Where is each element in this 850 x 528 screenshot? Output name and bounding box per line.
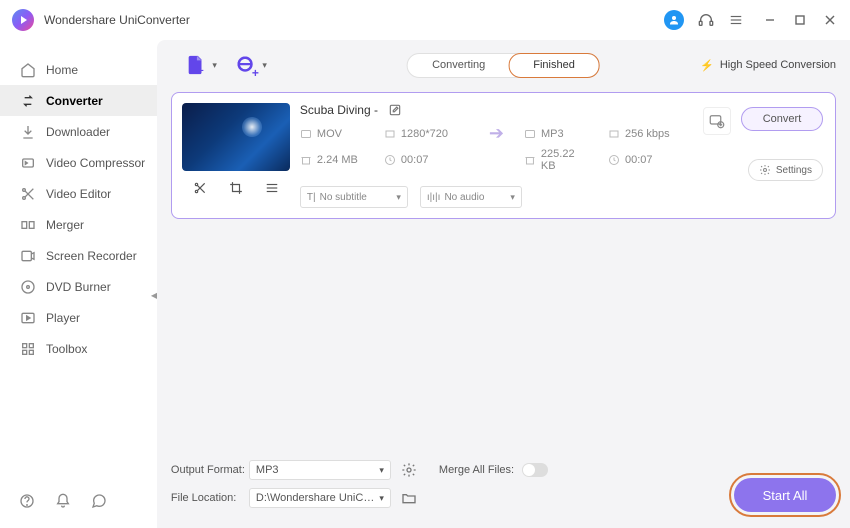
merge-toggle[interactable]: [522, 463, 548, 477]
menu-icon[interactable]: [728, 12, 744, 28]
tab-converting[interactable]: Converting: [408, 54, 509, 77]
target-bitrate: 256 kbps: [625, 128, 670, 140]
player-icon: [20, 310, 36, 326]
sidebar-item-label: Screen Recorder: [46, 249, 137, 263]
tab-finished[interactable]: Finished: [508, 53, 600, 78]
source-size: 2.24 MB: [317, 154, 358, 166]
output-format-settings-icon[interactable]: [401, 462, 417, 478]
target-format: MP3: [541, 128, 564, 140]
sidebar-item-label: Toolbox: [46, 342, 87, 356]
download-icon: [20, 124, 36, 140]
recorder-icon: [20, 248, 36, 264]
tab-segment: Converting Finished: [407, 53, 600, 78]
sidebar-item-player[interactable]: Player: [0, 302, 157, 333]
subtitle-select[interactable]: T|No subtitle▾: [300, 186, 408, 208]
sidebar-item-toolbox[interactable]: Toolbox: [0, 333, 157, 364]
sidebar-item-dvd[interactable]: DVD Burner: [0, 271, 157, 302]
main-panel: + ▾ + ▾ Converting Finished ⚡ High Speed…: [157, 40, 850, 528]
compressor-icon: [20, 155, 36, 171]
merge-label: Merge All Files:: [439, 464, 514, 476]
bolt-icon: ⚡: [700, 59, 714, 72]
sidebar-item-downloader[interactable]: Downloader: [0, 116, 157, 147]
sidebar-item-label: Downloader: [46, 125, 110, 139]
crop-button[interactable]: [229, 181, 243, 195]
sidebar-item-merger[interactable]: Merger: [0, 209, 157, 240]
chevron-down-icon: ▾: [262, 60, 267, 71]
sidebar-item-label: Merger: [46, 218, 84, 232]
home-icon: [20, 62, 36, 78]
source-format: MOV: [317, 128, 342, 140]
sidebar-item-label: Video Compressor: [46, 156, 145, 170]
headset-icon[interactable]: [698, 12, 714, 28]
open-folder-icon[interactable]: [401, 490, 417, 506]
bell-icon[interactable]: [54, 492, 72, 510]
file-title: Scuba Diving -: [300, 103, 378, 117]
scissors-icon: [20, 186, 36, 202]
maximize-button[interactable]: [792, 12, 808, 28]
sidebar: Home Converter Downloader Video Compress…: [0, 40, 157, 528]
chevron-down-icon: ▾: [212, 60, 217, 71]
trim-button[interactable]: [193, 181, 207, 195]
user-avatar[interactable]: [664, 10, 684, 30]
sidebar-item-label: Converter: [46, 94, 103, 108]
merger-icon: [20, 217, 36, 233]
help-icon[interactable]: [18, 492, 36, 510]
start-all-button[interactable]: Start All: [734, 478, 836, 512]
sidebar-item-label: Home: [46, 63, 78, 77]
edit-title-button[interactable]: [388, 103, 402, 117]
sidebar-item-compressor[interactable]: Video Compressor: [0, 147, 157, 178]
close-button[interactable]: [822, 12, 838, 28]
target-duration: 00:07: [625, 154, 653, 166]
converter-icon: [20, 93, 36, 109]
high-speed-toggle[interactable]: ⚡ High Speed Conversion: [700, 59, 836, 72]
minimize-button[interactable]: [762, 12, 778, 28]
sidebar-item-editor[interactable]: Video Editor: [0, 178, 157, 209]
sidebar-item-label: Player: [46, 311, 80, 325]
toolbox-icon: [20, 341, 36, 357]
more-button[interactable]: [265, 181, 279, 195]
sidebar-item-recorder[interactable]: Screen Recorder: [0, 240, 157, 271]
source-duration: 00:07: [401, 154, 429, 166]
dvd-icon: [20, 279, 36, 295]
convert-button[interactable]: Convert: [741, 107, 823, 131]
output-settings-button[interactable]: [703, 107, 731, 135]
sidebar-item-label: Video Editor: [46, 187, 111, 201]
output-format-select[interactable]: MP3▾: [249, 460, 391, 480]
output-format-label: Output Format:: [171, 464, 249, 476]
sidebar-item-label: DVD Burner: [46, 280, 111, 294]
high-speed-label: High Speed Conversion: [720, 59, 836, 71]
target-size: 225.22 KB: [541, 148, 592, 172]
toolbar: + ▾ + ▾ Converting Finished ⚡ High Speed…: [171, 52, 836, 78]
arrow-right-icon: ➔: [489, 123, 504, 144]
file-location-select[interactable]: D:\Wondershare UniConverter▾: [249, 488, 391, 508]
app-logo: [12, 9, 34, 31]
app-title: Wondershare UniConverter: [44, 13, 190, 27]
feedback-icon[interactable]: [90, 492, 108, 510]
svg-text:+: +: [198, 66, 204, 76]
sidebar-item-converter[interactable]: Converter: [0, 85, 157, 116]
source-resolution: 1280*720: [401, 128, 448, 140]
sidebar-item-home[interactable]: Home: [0, 54, 157, 85]
add-url-button[interactable]: + ▾: [233, 52, 259, 78]
video-thumbnail[interactable]: [182, 103, 290, 171]
add-file-button[interactable]: + ▾: [183, 52, 209, 78]
titlebar: Wondershare UniConverter: [0, 0, 850, 40]
file-location-label: File Location:: [171, 492, 249, 504]
settings-button[interactable]: Settings: [748, 159, 823, 181]
file-card[interactable]: Scuba Diving - MOV 1280*720 ➔ MP3 256 kb…: [171, 92, 836, 219]
audio-select[interactable]: ı|ı|ıNo audio▾: [420, 186, 522, 208]
bottom-bar: Output Format: MP3▾ Merge All Files: Fil…: [171, 460, 836, 516]
